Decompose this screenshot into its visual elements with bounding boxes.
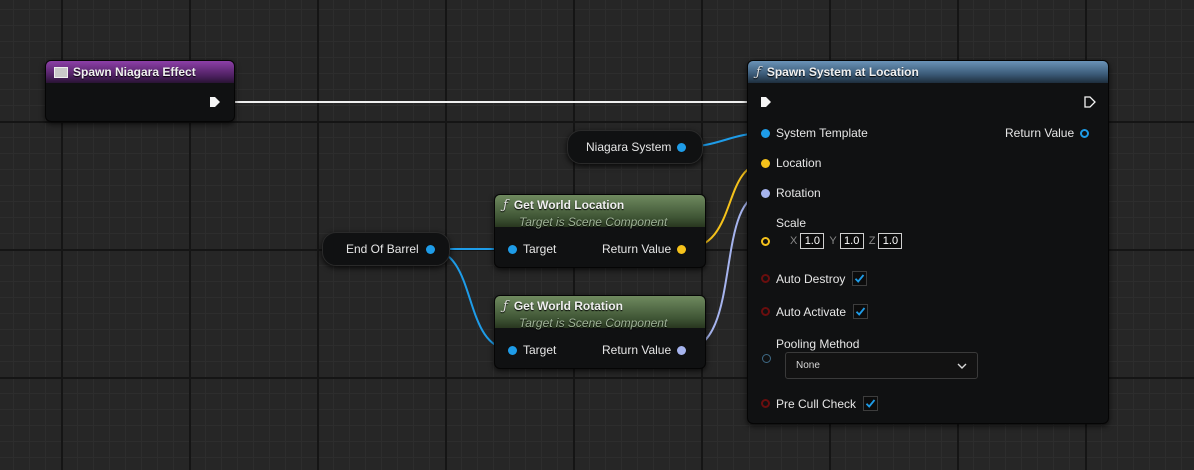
scale-pin-ring[interactable] xyxy=(761,236,770,246)
return-value-label: Return Value xyxy=(1005,126,1075,140)
get-world-rotation-target-pin[interactable]: Target xyxy=(508,343,556,357)
system-template-label: System Template xyxy=(776,126,868,140)
event-node[interactable]: Spawn Niagara Effect xyxy=(45,60,235,122)
pre-cull-check-label: Pre Cull Check xyxy=(776,396,857,411)
check-icon xyxy=(865,399,876,408)
event-node-header: Spawn Niagara Effect xyxy=(46,61,234,83)
pooling-method-pin-ring[interactable] xyxy=(762,354,771,363)
rotation-label: Rotation xyxy=(776,186,821,200)
function-icon: ƒ xyxy=(503,299,508,314)
return-value-pin-dot[interactable] xyxy=(677,345,687,355)
spawn-system-title: Spawn System at Location xyxy=(766,65,919,79)
scale-y-label: Y xyxy=(829,235,837,247)
get-world-location-return-pin[interactable]: Return Value xyxy=(602,242,687,256)
function-icon: ƒ xyxy=(503,198,508,213)
end-of-barrel-out-pin[interactable] xyxy=(425,244,435,254)
auto-activate-pin[interactable]: Auto Activate xyxy=(761,304,869,319)
get-world-rotation-header: ƒ Get World Rotation Target is Scene Comp… xyxy=(495,296,705,330)
pooling-method-value: None xyxy=(796,360,820,371)
scale-x-input[interactable]: 1.0 xyxy=(800,233,825,249)
check-icon xyxy=(855,274,865,283)
target-pin-dot[interactable] xyxy=(508,244,517,254)
return-value-label: Return Value xyxy=(602,242,672,256)
scale-pin[interactable]: Scale xyxy=(761,216,806,230)
event-node-title: Spawn Niagara Effect xyxy=(73,65,196,79)
check-icon xyxy=(855,307,866,316)
chevron-down-icon xyxy=(957,363,967,369)
location-pin-dot[interactable] xyxy=(761,158,770,168)
spawn-system-header: ƒ Spawn System at Location xyxy=(748,61,1108,83)
target-label: Target xyxy=(523,242,557,256)
auto-destroy-pin[interactable]: Auto Destroy xyxy=(761,271,868,286)
return-value-pin-dot[interactable] xyxy=(677,244,687,254)
end-of-barrel-variable[interactable]: End Of Barrel xyxy=(322,232,450,266)
auto-activate-checkbox[interactable] xyxy=(853,304,869,319)
system-template-pin-dot[interactable] xyxy=(761,128,770,138)
scale-y-input[interactable]: 1.0 xyxy=(839,233,864,249)
get-world-location-subtitle: Target is Scene Component xyxy=(519,215,668,229)
rotation-pin[interactable]: Rotation xyxy=(761,186,821,200)
get-world-location-header: ƒ Get World Location Target is Scene Comp… xyxy=(495,195,705,229)
auto-destroy-checkbox[interactable] xyxy=(852,271,868,286)
get-world-rotation-node[interactable]: ƒ Get World Rotation Target is Scene Comp… xyxy=(494,295,706,369)
return-value-pin-ring[interactable] xyxy=(1080,128,1090,138)
pre-cull-check-checkbox[interactable] xyxy=(863,396,879,411)
end-of-barrel-label: End Of Barrel xyxy=(346,242,419,256)
niagara-system-variable[interactable]: Niagara System xyxy=(567,130,703,164)
spawn-system-at-location-node[interactable]: ƒ Spawn System at Location System Templa… xyxy=(747,60,1109,424)
niagara-system-label: Niagara System xyxy=(586,140,672,154)
pre-cull-check-pin-ring[interactable] xyxy=(761,399,770,408)
get-world-rotation-return-pin[interactable]: Return Value xyxy=(602,343,687,357)
scale-z-label: Z xyxy=(868,235,876,247)
exec-out-pin[interactable] xyxy=(209,96,221,108)
location-pin[interactable]: Location xyxy=(761,156,821,170)
auto-activate-pin-ring[interactable] xyxy=(761,307,770,316)
get-world-rotation-subtitle: Target is Scene Component xyxy=(519,316,668,330)
exec-in-pin[interactable] xyxy=(760,96,772,108)
niagara-system-out-pin[interactable] xyxy=(677,142,687,152)
auto-activate-label: Auto Activate xyxy=(776,304,847,319)
auto-destroy-pin-ring[interactable] xyxy=(761,274,770,283)
pooling-method-dropdown[interactable]: None xyxy=(785,352,978,379)
scale-z-input[interactable]: 1.0 xyxy=(878,233,903,249)
target-pin-dot[interactable] xyxy=(508,345,517,355)
get-world-location-title: Get World Location xyxy=(513,198,625,212)
exec-out-pin[interactable] xyxy=(1084,96,1096,108)
scale-x-label: X xyxy=(790,235,798,247)
pooling-method-pin[interactable]: Pooling Method xyxy=(761,337,859,351)
auto-destroy-label: Auto Destroy xyxy=(776,271,846,286)
get-world-rotation-title: Get World Rotation xyxy=(513,299,623,313)
return-value-label: Return Value xyxy=(602,343,672,357)
scale-label: Scale xyxy=(776,216,807,230)
location-label: Location xyxy=(776,156,822,170)
system-template-pin[interactable]: System Template xyxy=(761,126,868,140)
return-value-pin[interactable]: Return Value xyxy=(1005,126,1090,140)
pre-cull-check-pin[interactable]: Pre Cull Check xyxy=(761,396,879,411)
target-label: Target xyxy=(523,343,557,357)
event-icon xyxy=(54,66,68,78)
scale-vector-row: X 1.0 Y 1.0 Z 1.0 xyxy=(761,233,903,249)
function-icon: ƒ xyxy=(756,64,761,80)
rotation-pin-dot[interactable] xyxy=(761,188,770,198)
get-world-location-target-pin[interactable]: Target xyxy=(508,242,556,256)
get-world-location-node[interactable]: ƒ Get World Location Target is Scene Comp… xyxy=(494,194,706,268)
pooling-method-label: Pooling Method xyxy=(776,337,860,351)
